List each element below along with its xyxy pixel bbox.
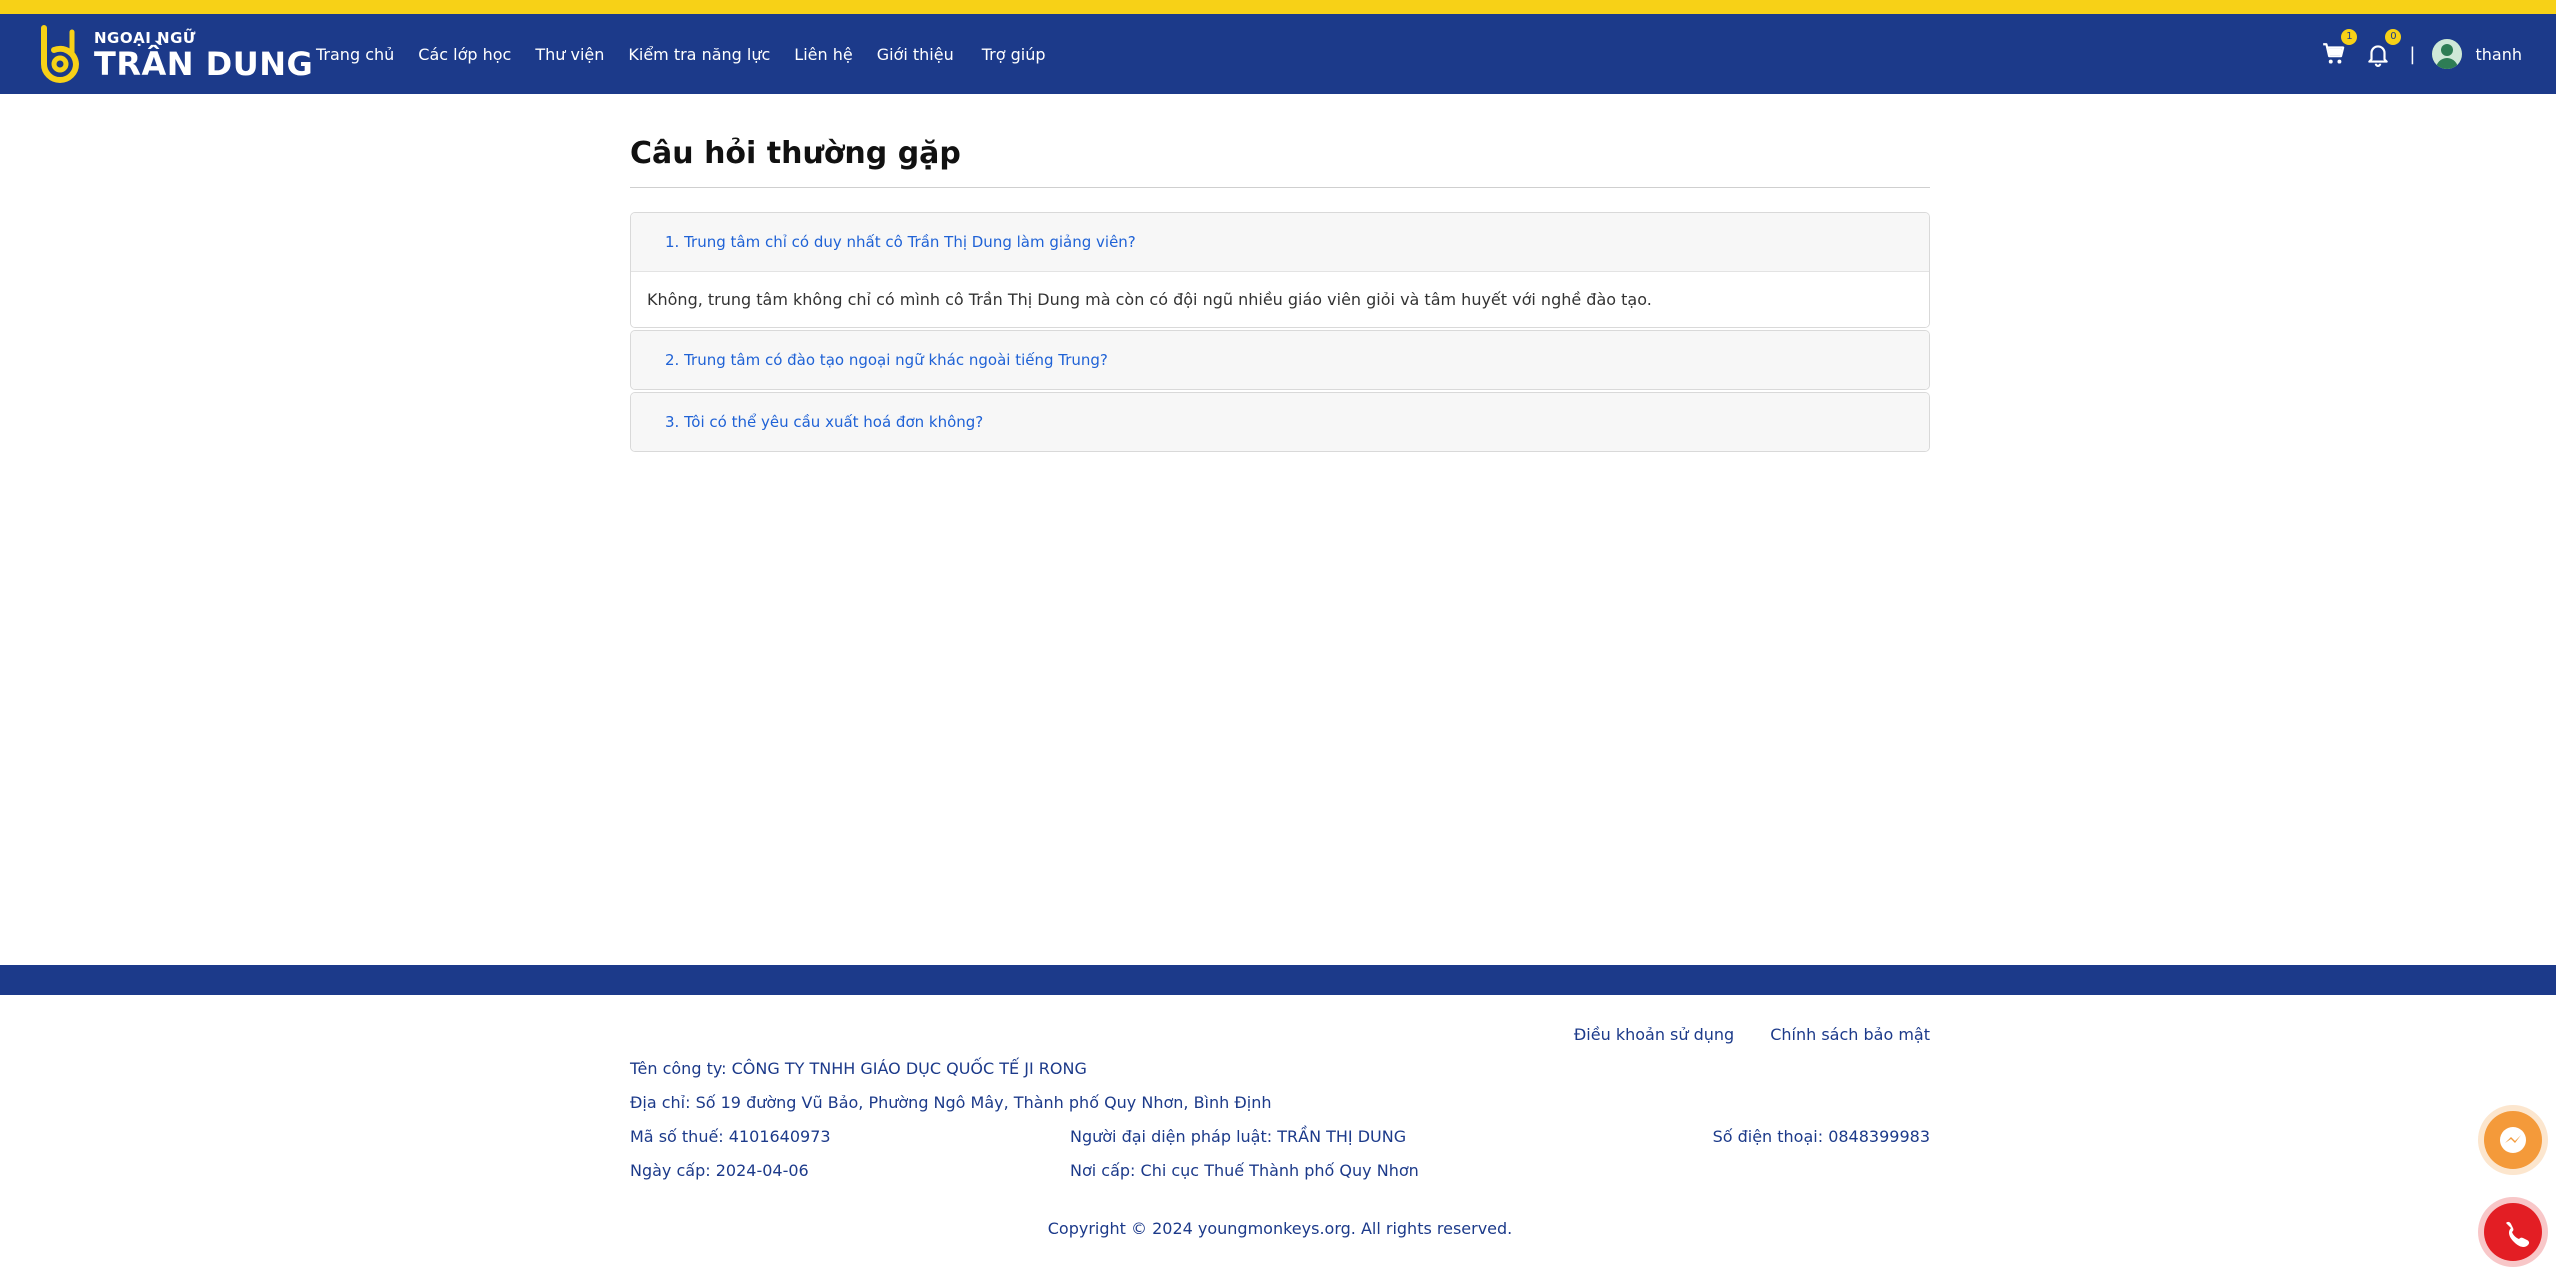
- username-label[interactable]: thanh: [2476, 45, 2523, 64]
- notification-count-badge: 0: [2385, 29, 2402, 45]
- notification-button[interactable]: 0: [2365, 29, 2402, 67]
- phone-call-button[interactable]: [2484, 1203, 2542, 1261]
- legal-representative: Người đại diện pháp luật: TRẦN THỊ DUNG: [1070, 1127, 1407, 1146]
- navbar-actions: 1 0 | thanh: [2321, 14, 2522, 94]
- nav-item-assessment[interactable]: Kiểm tra năng lực: [628, 45, 770, 64]
- faq-question-3[interactable]: 3. Tôi có thể yêu cầu xuất hoá đơn không…: [631, 393, 1929, 451]
- primary-nav: Trang chủ Các lớp học Thư viện Kiểm tra …: [316, 14, 1070, 94]
- privacy-link[interactable]: Chính sách bảo mật: [1770, 1025, 1930, 1044]
- faq-question-1[interactable]: 1. Trung tâm chỉ có duy nhất cô Trần Thị…: [631, 213, 1929, 271]
- main-navbar: NGOẠI NGỮ TRẦN DUNG Trang chủ Các lớp họ…: [0, 14, 2556, 94]
- nav-item-classes[interactable]: Các lớp học: [418, 45, 511, 64]
- faq-accordion: 1. Trung tâm chỉ có duy nhất cô Trần Thị…: [630, 212, 1930, 452]
- nav-item-contact[interactable]: Liên hệ: [794, 45, 852, 64]
- company-address: Địa chỉ: Số 19 đường Vũ Bảo, Phường Ngô …: [630, 1093, 1272, 1112]
- faq-answer-1: Không, trung tâm không chỉ có mình cô Tr…: [631, 271, 1929, 327]
- issue-place: Nơi cấp: Chi cục Thuế Thành phố Quy Nhơn: [1070, 1161, 1419, 1180]
- phone-icon: [2506, 1221, 2530, 1247]
- bell-icon: [2368, 45, 2389, 67]
- copyright: Copyright © 2024 youngmonkeys.org. All r…: [1047, 1219, 1513, 1238]
- issue-date: Ngày cấp: 2024-04-06: [630, 1161, 809, 1180]
- phone-number: Số điện thoại: 0848399983: [1712, 1127, 1930, 1146]
- company-name: Tên công ty: CÔNG TY TNHH GIÁO DỤC QUỐC …: [630, 1059, 1087, 1078]
- footer-band: [0, 965, 2556, 995]
- faq-question-2[interactable]: 2. Trung tâm có đào tạo ngoại ngữ khác n…: [631, 331, 1929, 389]
- faq-item: 1. Trung tâm chỉ có duy nhất cô Trần Thị…: [630, 212, 1930, 328]
- nav-item-home[interactable]: Trang chủ: [316, 45, 394, 64]
- faq-item: 3. Tôi có thể yêu cầu xuất hoá đơn không…: [630, 392, 1930, 452]
- top-accent-stripe: [0, 0, 2556, 14]
- cart-count-badge: 1: [2341, 29, 2358, 45]
- tax-code: Mã số thuế: 4101640973: [630, 1127, 831, 1146]
- logo-mark-icon: [34, 24, 90, 86]
- logo-main-text: TRẦN DUNG: [94, 45, 314, 83]
- messenger-button[interactable]: [2484, 1111, 2542, 1169]
- site-footer: Điều khoản sử dụng Chính sách bảo mật Tê…: [630, 995, 1930, 1270]
- terms-link[interactable]: Điều khoản sử dụng: [1574, 1025, 1734, 1044]
- cart-icon: [2323, 43, 2345, 64]
- navbar-separator: |: [2409, 43, 2416, 65]
- avatar[interactable]: [2431, 39, 2462, 69]
- faq-item: 2. Trung tâm có đào tạo ngoại ngữ khác n…: [630, 330, 1930, 390]
- nav-item-help[interactable]: Trợ giúp: [982, 45, 1046, 64]
- nav-item-about[interactable]: Giới thiệu: [877, 45, 954, 64]
- cart-button[interactable]: 1: [2321, 29, 2358, 67]
- faq-section: Câu hỏi thường gặp 1. Trung tâm chỉ có d…: [630, 94, 1930, 454]
- site-logo[interactable]: NGOẠI NGỮ TRẦN DUNG: [34, 24, 313, 86]
- nav-item-library[interactable]: Thư viện: [535, 45, 604, 64]
- messenger-icon: [2500, 1127, 2526, 1153]
- footer-links: Điều khoản sử dụng Chính sách bảo mật: [1538, 1025, 1930, 1044]
- page-title: Câu hỏi thường gặp: [630, 136, 1930, 188]
